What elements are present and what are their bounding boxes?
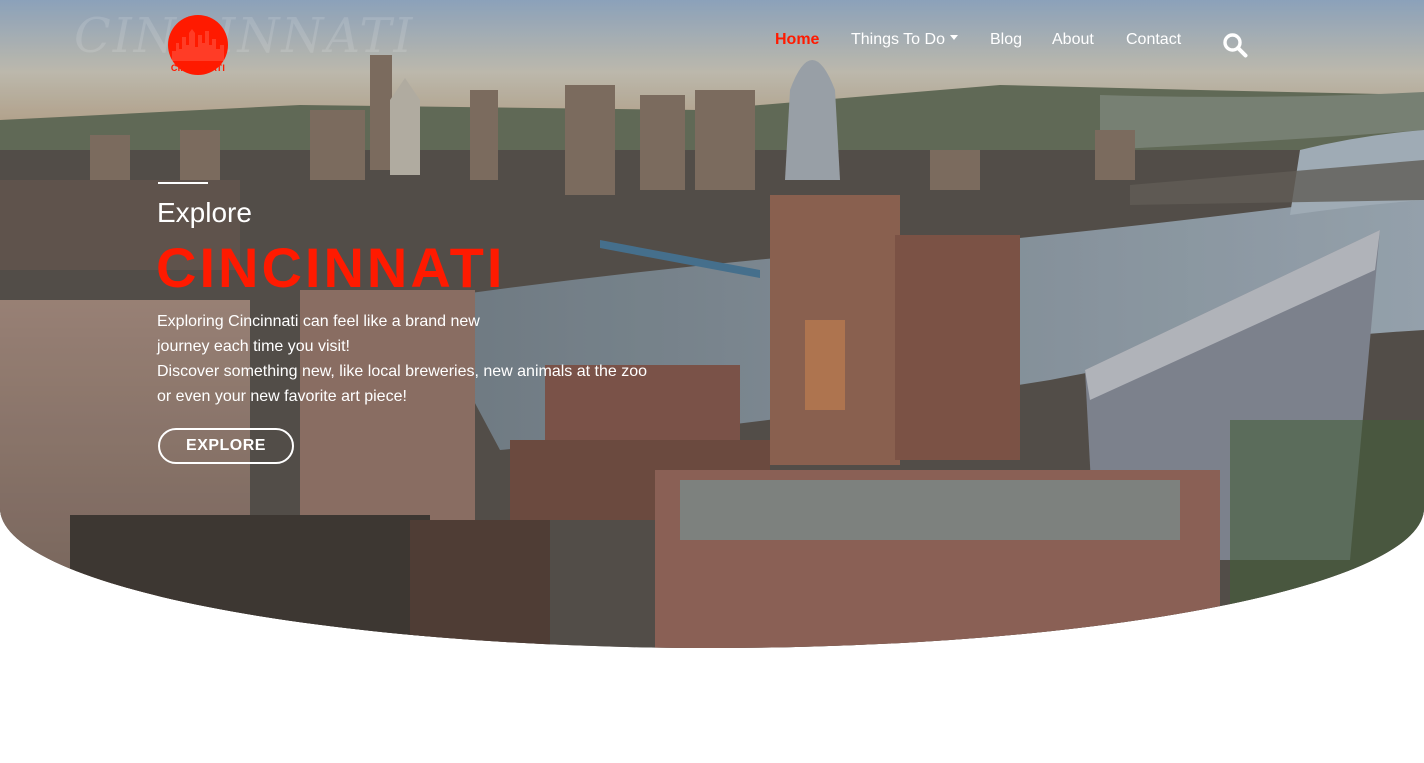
hero-description-line: or even your new favorite art piece! [157,388,407,405]
explore-button[interactable]: EXPLORE [158,428,294,464]
hero-description: Exploring Cincinnati can feel like a bra… [157,309,677,409]
hero-banner: CINCINNATI CINCINNATI Home Things To Do … [0,0,1424,648]
nav-home-link[interactable]: Home [775,30,819,50]
nav-about-link[interactable]: About [1052,30,1094,50]
hero-headline: CINCINNATI [156,236,506,299]
nav-contact-link[interactable]: Contact [1126,30,1181,50]
hero-eyebrow: Explore [157,197,252,228]
nav-things-to-do-label: Things To Do [851,31,945,48]
hero-description-line: Exploring Cincinnati can feel like a bra… [157,313,480,330]
nav-blog-link[interactable]: Blog [990,30,1022,50]
search-icon[interactable] [1222,32,1248,58]
heading-divider [158,182,208,184]
nav-things-to-do-dropdown[interactable]: Things To Do [851,30,958,50]
hero-description-line: Discover something new, like local brewe… [157,363,648,380]
caret-down-icon [949,35,958,41]
logo-label: CINCINNATI [170,63,226,73]
main-nav: Home Things To Do Blog About Contact [0,30,1424,50]
hero-description-line: journey each time you visit! [157,338,350,355]
